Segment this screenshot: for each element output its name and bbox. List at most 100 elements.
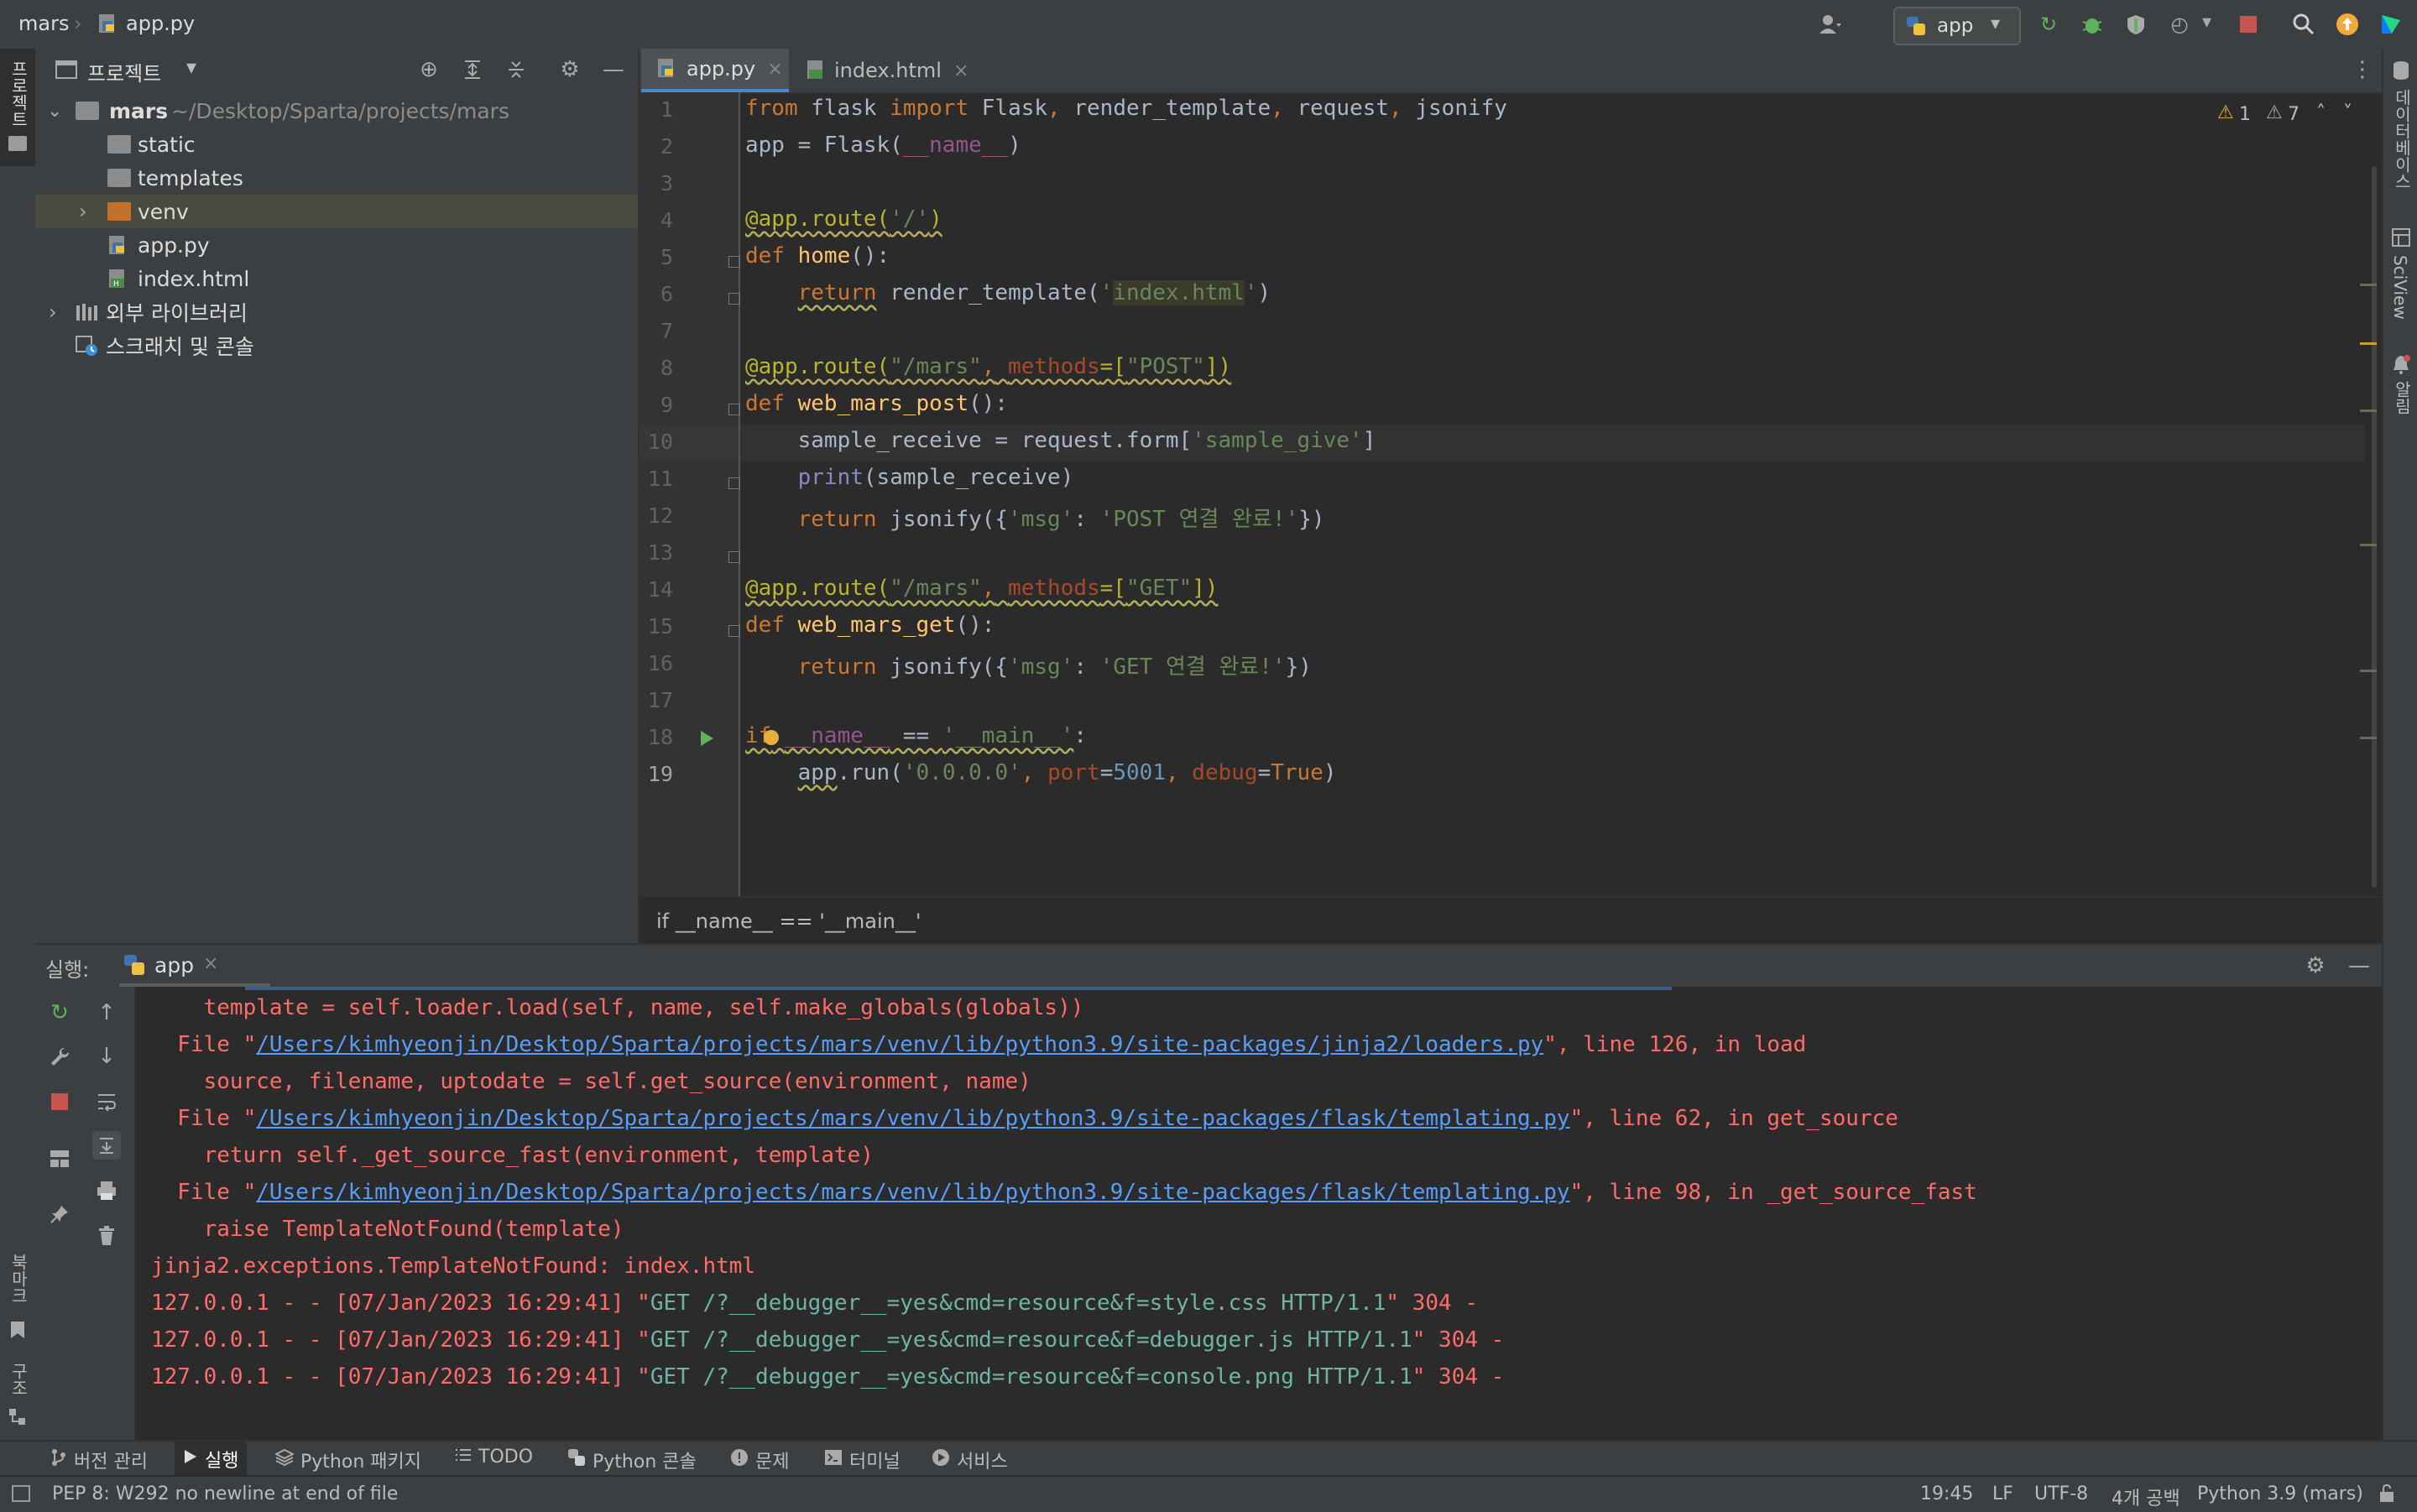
tool-window-label: TODO <box>478 1447 534 1468</box>
hide-icon[interactable]: — <box>2345 952 2373 980</box>
tree-item-external-libraries[interactable]: › 외부 라이브러리 <box>35 295 638 329</box>
run-tab-app[interactable]: app × <box>119 945 270 987</box>
update-icon[interactable] <box>2335 12 2360 37</box>
debug-icon[interactable] <box>2080 12 2105 37</box>
code-line: @app.route("/mars", methods=["GET"]) <box>745 576 1219 601</box>
tab-app-py[interactable]: app.py × <box>641 49 789 92</box>
expand-all-icon[interactable] <box>458 55 487 84</box>
folder-icon <box>107 169 131 187</box>
python-interpreter[interactable]: Python 3.9 (mars) <box>2197 1483 2363 1504</box>
folder-icon <box>76 102 99 120</box>
search-icon[interactable] <box>2291 12 2316 37</box>
user-icon[interactable] <box>1818 12 1843 37</box>
chevron-down-icon[interactable]: ▾ <box>186 55 196 79</box>
tree-item-templates[interactable]: templates <box>35 161 638 195</box>
tool-window-label: 문제 <box>755 1452 790 1473</box>
file-link[interactable]: /Users/kimhyeonjin/Desktop/Sparta/projec… <box>256 1180 1569 1205</box>
unlock-icon[interactable] <box>2378 1483 2397 1507</box>
editor-scrollbar[interactable] <box>2360 133 2378 888</box>
file-link[interactable]: /Users/kimhyeonjin/Desktop/Sparta/projec… <box>256 1032 1543 1057</box>
close-icon[interactable]: × <box>953 60 968 81</box>
run-icon <box>183 1448 198 1470</box>
tree-item-static[interactable]: static <box>35 128 638 161</box>
line-separator[interactable]: LF <box>1992 1483 2013 1504</box>
status-message[interactable]: PEP 8: W292 no newline at end of file <box>52 1483 398 1504</box>
console-line: template = self.loader.load(self, name, … <box>151 995 1084 1020</box>
tool-window-services[interactable]: 서비스 <box>932 1447 1008 1473</box>
tree-item-index-html[interactable]: H index.html <box>35 262 638 295</box>
breadcrumb-item[interactable]: if __name__ == '__main__' <box>656 910 921 933</box>
code-line: @app.route('/') <box>745 206 942 232</box>
indent-setting[interactable]: 4개 공백 <box>2112 1483 2180 1510</box>
chevron-right-icon[interactable]: › <box>49 300 57 324</box>
truncated-link-line <box>245 987 1672 990</box>
breadcrumb-project[interactable]: mars <box>18 12 69 35</box>
project-tool-tab[interactable]: 프로젝트 <box>0 49 35 166</box>
project-tab-label: 프로젝트 <box>8 60 29 128</box>
collapse-all-icon[interactable] <box>502 55 530 84</box>
chevron-down-icon[interactable]: ⌄ <box>47 101 62 122</box>
profile-icon[interactable]: ◴ <box>2167 12 2192 37</box>
tool-window-terminal[interactable]: 터미널 <box>824 1447 901 1473</box>
run-panel: 실행: app × ⚙ — ↻ ↑ ↓ template = self.load… <box>35 943 2382 1453</box>
tab-index-html[interactable]: index.html × <box>791 49 968 92</box>
bookmarks-tool-tab[interactable]: 북마크 <box>0 1249 35 1366</box>
tool-window-todo[interactable]: TODO <box>455 1447 533 1468</box>
file-encoding[interactable]: UTF-8 <box>2034 1483 2088 1504</box>
caret-position[interactable]: 19:45 <box>1920 1483 1973 1504</box>
console-output[interactable]: template = self.loader.load(self, name, … <box>35 987 2352 1453</box>
run-config-selector[interactable]: app ▾ <box>1893 7 2021 45</box>
svg-text:H: H <box>113 280 119 289</box>
code-line: from flask import Flask, render_template… <box>745 96 1507 121</box>
rerun-icon[interactable]: ↻ <box>2036 12 2061 37</box>
tool-window-version-control[interactable]: 버전 관리 <box>50 1447 148 1473</box>
notifications-tool-tab[interactable]: 알림 <box>2383 351 2417 468</box>
project-panel-title[interactable]: 프로젝트 <box>87 57 161 86</box>
locate-icon[interactable]: ⊕ <box>415 55 443 84</box>
problem-icon <box>730 1448 749 1472</box>
right-tool-stripe: 데이터베이스 SciView 알림 <box>2382 49 2417 1452</box>
python-icon <box>567 1448 586 1472</box>
services-icon <box>932 1448 950 1472</box>
tree-item-venv[interactable]: › venv <box>35 195 638 228</box>
gear-icon[interactable]: ⚙ <box>2301 952 2330 980</box>
lightbulb-icon[interactable] <box>764 730 779 745</box>
tool-window-run[interactable]: 실행 <box>175 1442 248 1477</box>
stop-icon[interactable] <box>2236 12 2261 37</box>
code-line: return render_template('index.html') <box>797 280 1271 305</box>
more-options-icon[interactable]: ⋮ <box>2352 57 2373 82</box>
bell-icon <box>2392 354 2410 378</box>
list-icon <box>455 1447 472 1468</box>
file-link[interactable]: /Users/kimhyeonjin/Desktop/Sparta/projec… <box>256 1106 1569 1131</box>
tool-window-python-packages[interactable]: Python 패키지 <box>274 1447 421 1473</box>
gear-icon[interactable]: ⚙ <box>556 55 584 84</box>
run-panel-label: 실행: <box>45 958 90 982</box>
hide-icon[interactable]: — <box>599 55 628 84</box>
structure-tool-tab[interactable]: 구조 <box>0 1358 35 1450</box>
console-line: File "/Users/kimhyeonjin/Desktop/Sparta/… <box>151 1032 1807 1057</box>
chevron-right-icon[interactable]: › <box>79 200 87 223</box>
close-icon[interactable]: × <box>203 953 218 974</box>
toggle-tool-windows-icon[interactable] <box>12 1485 30 1502</box>
database-tool-tab[interactable]: 데이터베이스 <box>2383 60 2417 228</box>
tree-item-scratches[interactable]: 스크래치 및 콘솔 <box>35 329 638 362</box>
tool-window-label: Python 콘솔 <box>593 1452 697 1473</box>
tree-item-mars[interactable]: ⌄ mars ~/Desktop/Sparta/projects/mars <box>35 94 638 128</box>
code-content[interactable]: from flask import Flask, render_template… <box>639 92 2318 896</box>
chevron-down-icon: ▾ <box>1991 13 2001 34</box>
tool-window-python-console[interactable]: Python 콘솔 <box>567 1447 697 1473</box>
bookmark-icon <box>10 1321 25 1343</box>
breadcrumb-file[interactable]: app.py <box>126 12 195 35</box>
close-icon[interactable]: × <box>767 59 782 80</box>
scrollbar-thumb[interactable] <box>2372 166 2377 888</box>
chevron-down-icon[interactable]: ˅ <box>2343 102 2352 123</box>
jetbrains-logo-icon[interactable] <box>2378 12 2404 37</box>
tool-window-problems[interactable]: 문제 <box>730 1447 789 1473</box>
code-line: return jsonify({'msg': 'POST 연결 완료!'}) <box>797 507 1325 532</box>
coverage-icon[interactable] <box>2123 12 2148 37</box>
sciview-tab-label: SciView <box>2390 255 2410 320</box>
chevron-down-icon[interactable]: ▾ <box>2202 12 2211 33</box>
run-config-label: app <box>1937 15 1974 37</box>
project-view-icon <box>55 60 77 82</box>
tree-item-app-py[interactable]: app.py <box>35 228 638 262</box>
